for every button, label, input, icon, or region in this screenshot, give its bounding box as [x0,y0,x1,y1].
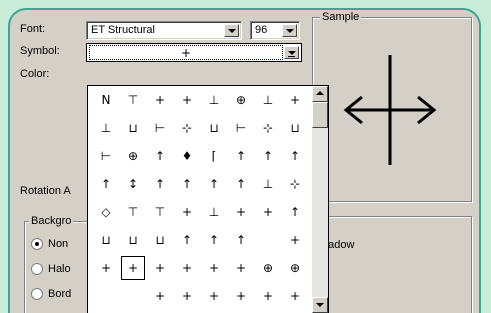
symbol-cell[interactable]: + [254,198,282,226]
symbol-cell[interactable]: ⌈ [200,142,228,170]
symbol-cell[interactable]: ⊥ [254,170,282,198]
symbol-cell[interactable]: + [119,254,147,282]
symbol-cell[interactable]: ⊔ [146,226,174,254]
scroll-thumb[interactable] [312,102,328,128]
symbol-cell[interactable]: ↑ [281,198,309,226]
symbol-cell[interactable]: + [173,254,201,282]
symbol-cell[interactable]: + [146,86,174,114]
symbol-cell[interactable]: ⊥ [200,198,228,226]
symbol-cell[interactable]: ⊢ [92,142,120,170]
symbol-list-scrollbar[interactable] [312,86,328,313]
symbol-cell[interactable]: ⊹ [173,114,201,142]
symbol-cell[interactable]: ⊔ [200,114,228,142]
symbol-cell[interactable]: + [146,282,174,310]
background-none-label: Non [48,238,69,250]
symbol-cell[interactable] [119,282,147,310]
font-dropdown[interactable]: ET Structural [86,21,242,40]
symbol-cell[interactable]: ⊔ [119,226,147,254]
symbol-cell[interactable]: ⊥ [254,86,282,114]
symbol-picker-list[interactable]: N ⊤ + + ⊥ ⊕ ⊥ + ⊥ ⊔ ⊢ ⊹ ⊔ ⊢ ⊹ ⊔ ⊢ ⊕ ↑ ♦ ⌈ ↑ ↑ ↑ ↑ ↕ ↑ ↑ ↑ ↑ ⊥ ⊹ ◇ ⊤ ⊤ + ⊥ + + ↑… [87,85,329,313]
symbol-cell[interactable]: + [254,282,282,310]
symbol-cell[interactable]: + [146,254,174,282]
symbol-cell[interactable]: + [92,254,120,282]
symbol-cell[interactable]: ⊥ [200,86,228,114]
symbol-dropdown-arrow[interactable] [284,46,299,59]
symbol-cell[interactable]: ⊢ [146,114,174,142]
symbol-cell[interactable]: ⊹ [281,170,309,198]
symbol-cell[interactable]: + [200,254,228,282]
chevron-down-icon [286,29,294,33]
chevron-down-icon [316,303,324,307]
symbol-cell[interactable]: + [281,282,309,310]
symbol-value: + [89,45,283,60]
symbol-cell[interactable]: ⊔ [119,114,147,142]
symbol-cell[interactable]: + [173,282,201,310]
symbol-cell[interactable]: ↑ [92,170,120,198]
chevron-down-icon [288,51,296,55]
symbol-cell[interactable]: ↑ [173,226,201,254]
chevron-up-icon [316,91,324,95]
symbol-cell[interactable]: ⊕ [119,142,147,170]
symbol-cell[interactable]: ↑ [173,170,201,198]
symbol-cell[interactable]: ⊕ [227,86,255,114]
color-label: Color: [20,68,50,80]
symbol-cell[interactable]: ⊕ [254,254,282,282]
symbol-cell[interactable]: ↑ [281,142,309,170]
symbol-cell[interactable]: ⊢ [227,114,255,142]
symbol-cell[interactable]: N [92,86,120,114]
symbol-cell[interactable]: ⊔ [92,226,120,254]
scroll-up-button[interactable] [312,86,328,102]
symbol-cell[interactable]: ⊹ [254,114,282,142]
symbol-cell[interactable]: + [281,86,309,114]
symbol-cell[interactable]: ⊤ [119,86,147,114]
symbol-cell[interactable]: + [227,282,255,310]
symbol-cell[interactable]: ↑ [200,226,228,254]
symbol-cell[interactable]: + [200,282,228,310]
symbol-cell[interactable]: ↑ [146,142,174,170]
symbol-cell[interactable] [92,282,120,310]
background-halo-radio[interactable] [31,263,43,275]
scroll-down-button[interactable] [312,297,328,313]
symbol-dropdown[interactable]: + [86,43,302,62]
symbol-cell[interactable]: ⊕ [281,254,309,282]
size-dropdown[interactable]: 96 [250,21,300,40]
symbol-cell[interactable]: ⊤ [146,198,174,226]
symbol-cell[interactable]: ↕ [119,170,147,198]
size-value: 96 [255,24,268,36]
symbol-cell[interactable] [254,226,282,254]
symbol-cell[interactable]: ⊥ [92,114,120,142]
symbol-cell[interactable]: ↑ [146,170,174,198]
sample-symbol-preview [343,55,437,165]
background-none-radio[interactable] [31,238,43,250]
size-dropdown-arrow[interactable] [282,24,297,37]
background-border-radio[interactable] [31,288,43,300]
symbol-cell[interactable]: + [281,226,309,254]
symbol-cell[interactable]: ↑ [200,170,228,198]
font-label: Font: [20,23,46,35]
symbol-cell[interactable]: ⊤ [119,198,147,226]
symbol-cell[interactable]: + [173,198,201,226]
background-border-label: Bord [48,288,72,300]
background-group-title: Backgro [29,215,74,227]
symbol-cell[interactable]: ⊔ [281,114,309,142]
rotation-label: Rotation A [20,185,71,197]
chevron-down-icon [228,29,236,33]
symbol-cell[interactable]: ↑ [254,142,282,170]
font-dropdown-arrow[interactable] [224,24,239,37]
symbol-cell[interactable]: ◇ [92,198,120,226]
symbol-cell[interactable]: ↑ [227,142,255,170]
symbol-cell[interactable]: ♦ [173,142,201,170]
symbol-cell[interactable]: + [173,86,201,114]
symbol-cell[interactable]: + [227,254,255,282]
font-value: ET Structural [91,24,155,36]
symbol-cell[interactable]: ↑ [227,226,255,254]
symbol-cell[interactable]: + [227,198,255,226]
symbol-properties-panel: Font: ET Structural 96 Symbol: + Color: … [8,8,481,313]
background-halo-label: Halo [48,263,71,275]
symbol-label: Symbol: [20,45,60,57]
symbol-cell[interactable]: ↑ [227,170,255,198]
sample-group-title: Sample [320,11,362,23]
